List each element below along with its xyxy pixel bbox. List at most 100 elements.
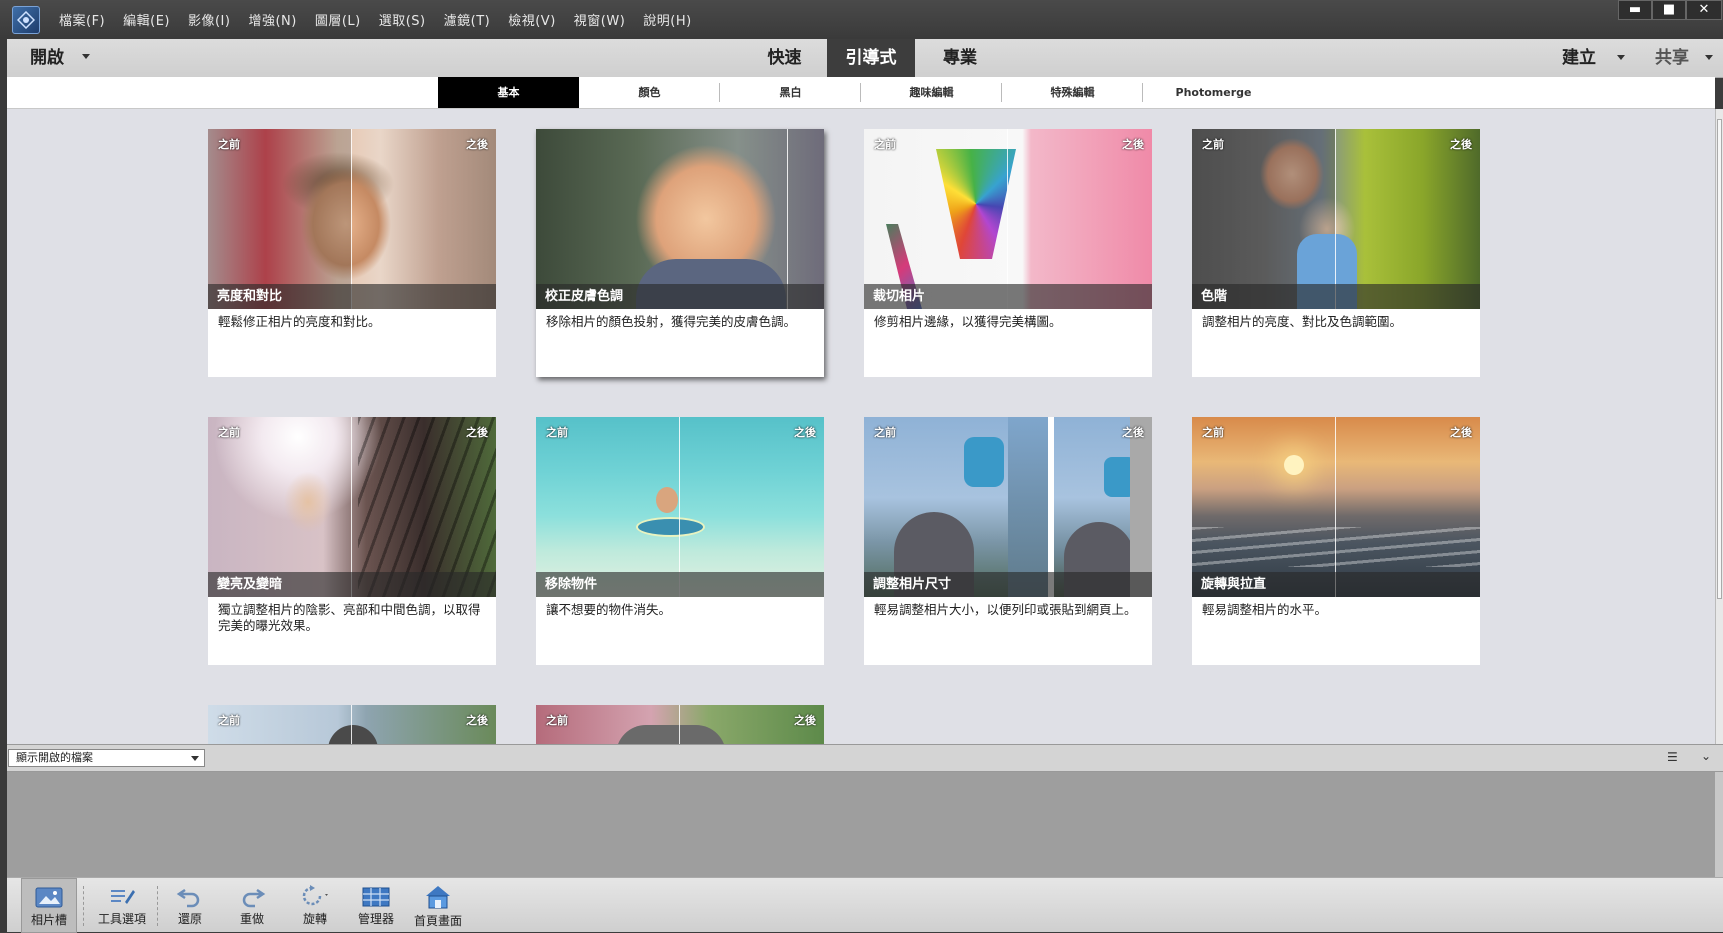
tab-expert[interactable]: 專業: [915, 39, 1005, 77]
before-after-divider: [1007, 129, 1008, 309]
bottom-toolbar: 相片槽 工具選項 還原 重做 旋轉 管理器 首頁畫面: [7, 877, 1723, 933]
guided-category-tabs: 基本 顏色 黑白 趣味編輯 特殊編輯 Photomerge: [7, 77, 1715, 109]
bin-source-value: 顯示開啟的檔案: [16, 751, 93, 764]
tool-options-icon: [111, 890, 135, 904]
card-description: 輕易調整相片大小，以便列印或張貼到網頁上。: [874, 602, 1137, 617]
card-description: 輕易調整相片的水平。: [1202, 602, 1328, 617]
after-label: 之後: [466, 138, 488, 151]
bin-source-select[interactable]: 顯示開啟的檔案: [8, 749, 205, 767]
subtab-fun-edits[interactable]: 趣味編輯: [861, 77, 1002, 108]
rotate-label: 旋轉: [302, 912, 327, 926]
card-title: 調整相片尺寸: [864, 572, 1152, 597]
bin-options-icon[interactable]: ☰: [1667, 750, 1678, 764]
organizer-button[interactable]: 管理器: [350, 878, 402, 933]
before-label: 之前: [218, 714, 240, 727]
create-dropdown-icon[interactable]: [1617, 55, 1625, 60]
open-dropdown-icon[interactable]: [82, 54, 90, 59]
tab-guided[interactable]: 引導式: [827, 39, 915, 77]
card-partial-1[interactable]: 之前 之後: [208, 705, 496, 744]
card-title: 旋轉與拉直: [1192, 572, 1480, 597]
card-remove-object[interactable]: 之前 之後 移除物件 讓不想要的物件消失。: [536, 417, 824, 665]
content-scrollbar[interactable]: [1715, 109, 1723, 744]
menu-edit[interactable]: 編輯(E): [114, 10, 179, 29]
card-thumbnail: [536, 129, 824, 309]
after-label: 之後: [1450, 138, 1472, 151]
before-after-divider: [1335, 417, 1336, 597]
photo-bin-button[interactable]: 相片槽: [21, 878, 77, 933]
after-label: 之後: [466, 714, 488, 727]
menu-enhance[interactable]: 增強(N): [239, 10, 305, 29]
after-label: 之後: [1122, 426, 1144, 439]
share-button[interactable]: 共享: [1655, 39, 1689, 77]
subtab-black-white[interactable]: 黑白: [720, 77, 861, 108]
card-partial-2[interactable]: 之前 之後: [536, 705, 824, 744]
card-thumbnail: [864, 129, 1152, 309]
card-crop-photo[interactable]: 之前 之後 裁切相片 修剪相片邊緣，以獲得完美構圖。: [864, 129, 1152, 377]
rotate-button[interactable]: 旋轉: [290, 878, 340, 933]
tool-options-label: 工具選項: [97, 912, 146, 926]
undo-button[interactable]: 還原: [167, 878, 213, 933]
photo-bin-scrollbar[interactable]: [1715, 772, 1723, 877]
before-label: 之前: [874, 138, 896, 151]
after-label: 之後: [794, 426, 816, 439]
card-thumbnail: [208, 129, 496, 309]
card-thumbnail: [1192, 417, 1480, 597]
before-after-divider: [351, 129, 352, 309]
menu-window[interactable]: 視窗(W): [565, 10, 635, 29]
photo-bin-icon: [35, 887, 63, 908]
undo-label: 還原: [177, 912, 202, 926]
after-label: 之後: [1450, 426, 1472, 439]
card-title: 校正皮膚色調: [536, 284, 824, 309]
card-brightness-contrast[interactable]: 之前 之後 亮度和對比 輕鬆修正相片的亮度和對比。: [208, 129, 496, 377]
share-dropdown-icon[interactable]: [1705, 55, 1713, 60]
tool-options-button[interactable]: 工具選項: [89, 878, 155, 933]
app-logo-icon[interactable]: [12, 6, 40, 34]
menu-items: 檔案(F) 編輯(E) 影像(I) 增強(N) 圖層(L) 選取(S) 濾鏡(T…: [50, 0, 701, 39]
menu-layer[interactable]: 圖層(L): [306, 10, 370, 29]
card-lighten-darken[interactable]: 之前 之後 變亮及變暗 獨立調整相片的陰影、亮部和中間色調，以取得完美的曝光效果…: [208, 417, 496, 665]
undo-icon: [176, 888, 200, 908]
menu-select[interactable]: 選取(S): [370, 10, 435, 29]
card-skin-tone[interactable]: 校正皮膚色調 移除相片的顏色投射，獲得完美的皮膚色調。: [536, 129, 824, 377]
before-after-divider: [679, 705, 680, 744]
create-button[interactable]: 建立: [1562, 39, 1596, 77]
scrollbar-thumb[interactable]: [1717, 119, 1722, 599]
card-thumbnail: [208, 417, 496, 597]
menu-bar: 檔案(F) 編輯(E) 影像(I) 增強(N) 圖層(L) 選取(S) 濾鏡(T…: [0, 0, 1723, 39]
before-after-divider: [1335, 129, 1336, 309]
photo-bin-area[interactable]: [7, 772, 1723, 877]
subtab-photomerge[interactable]: Photomerge: [1143, 77, 1284, 108]
card-rotate-straighten[interactable]: 之前 之後 旋轉與拉直 輕易調整相片的水平。: [1192, 417, 1480, 665]
card-description: 獨立調整相片的陰影、亮部和中間色調，以取得完美的曝光效果。: [218, 602, 481, 633]
subtab-special-edits[interactable]: 特殊編輯: [1002, 77, 1143, 108]
redo-button[interactable]: 重做: [229, 878, 275, 933]
menu-file[interactable]: 檔案(F): [50, 10, 114, 29]
card-title: 亮度和對比: [208, 284, 496, 309]
tab-quick[interactable]: 快速: [742, 39, 827, 77]
minimize-button[interactable]: ▬: [1618, 0, 1652, 20]
before-label: 之前: [218, 138, 240, 151]
collapse-chevron-icon[interactable]: ⌄: [1701, 749, 1711, 763]
open-button[interactable]: 開啟: [30, 39, 64, 77]
card-thumbnail: [1192, 129, 1480, 309]
menu-help[interactable]: 說明(H): [634, 10, 700, 29]
card-resize-photo[interactable]: 之前 之後 調整相片尺寸 輕易調整相片大小，以便列印或張貼到網頁上。: [864, 417, 1152, 665]
rotate-icon: [302, 885, 328, 906]
card-title: 移除物件: [536, 572, 824, 597]
card-levels[interactable]: 之前 之後 色階 調整相片的亮度、對比及色調範圍。: [1192, 129, 1480, 377]
close-button[interactable]: ✕: [1686, 0, 1722, 20]
card-thumbnail: [864, 417, 1152, 597]
menu-view[interactable]: 檢視(V): [499, 10, 565, 29]
menu-filter[interactable]: 濾鏡(T): [435, 10, 500, 29]
card-description: 移除相片的顏色投射，獲得完美的皮膚色調。: [546, 314, 797, 329]
maximize-button[interactable]: ■: [1652, 0, 1686, 20]
home-screen-button[interactable]: 首頁畫面: [405, 878, 471, 933]
mode-bar: 開啟 快速 引導式 專業 建立 共享: [7, 39, 1723, 78]
toolbar-divider: [157, 886, 159, 926]
menu-image[interactable]: 影像(I): [179, 10, 239, 29]
subtab-basics[interactable]: 基本: [438, 77, 579, 108]
subtab-color[interactable]: 顏色: [579, 77, 720, 108]
photo-bin-bar: 顯示開啟的檔案 ☰ ⌄: [7, 744, 1723, 772]
before-after-divider: [679, 417, 680, 597]
photo-bin-label: 相片槽: [30, 913, 67, 927]
